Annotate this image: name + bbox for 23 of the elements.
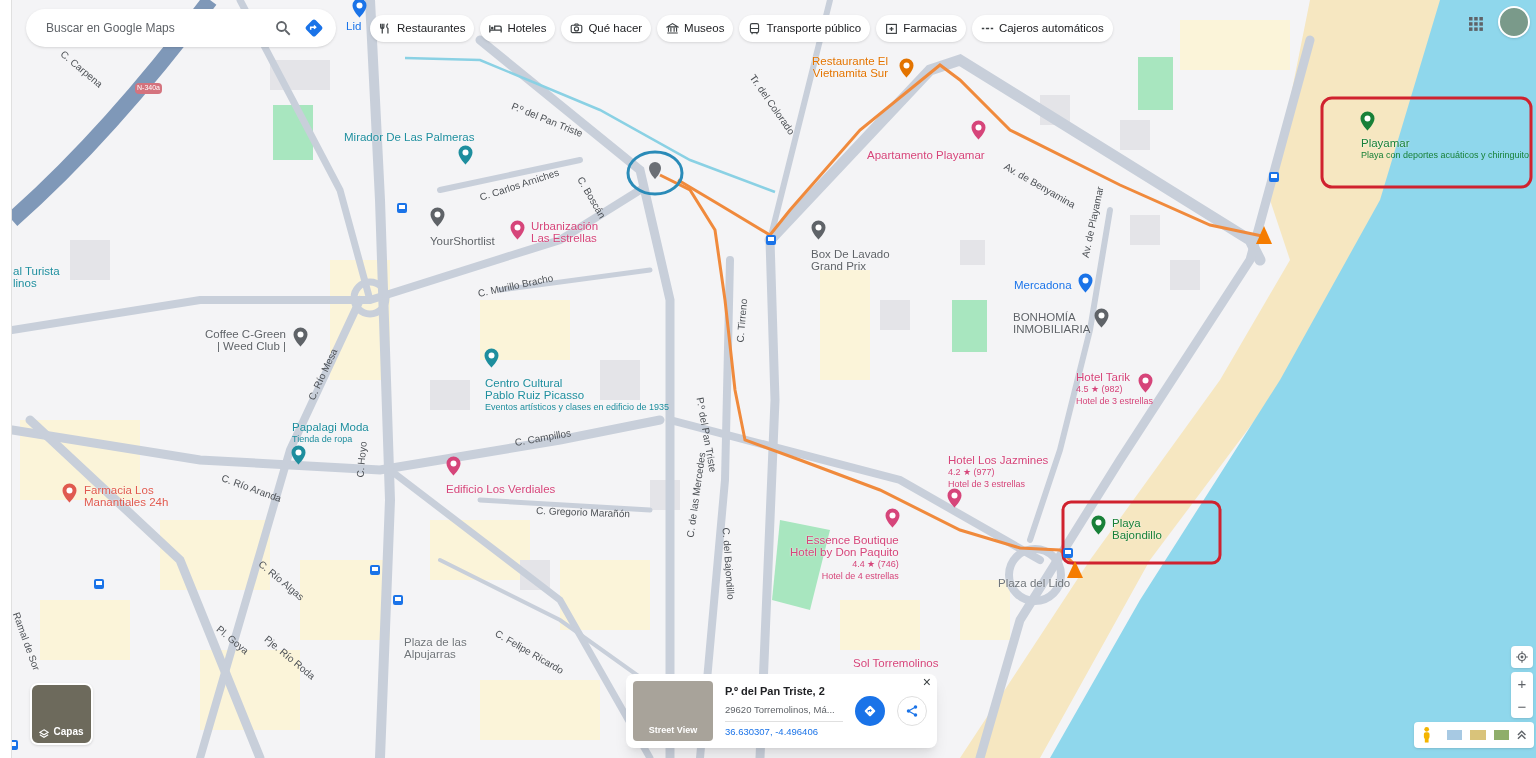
place-detail: Hotel de 3 estrellas	[1076, 395, 1154, 407]
street-label: C. Carlos Arniches	[477, 165, 562, 205]
place-title: P.º del Pan Triste, 2	[725, 684, 826, 699]
place-detail: Playa con deportes acuáticos y chiringuito	[1361, 149, 1530, 161]
street-label: C. Río Aranda	[219, 471, 284, 507]
street-label: C. Río Mesa	[305, 345, 341, 403]
place-detail: 4.4 ★ (746)	[852, 558, 899, 570]
street-label: C. Tirreno	[733, 298, 751, 344]
place-detail: Hotel de 3 estrellas	[948, 478, 1026, 490]
place-detail: Tienda de ropa	[292, 433, 353, 445]
place-detail: 4.2 ★ (977)	[948, 466, 995, 478]
place-detail: Hotel de 4 estrellas	[821, 570, 899, 582]
street-label: P.º del Pan Triste	[509, 99, 586, 141]
street-label: Av. de Playamar	[1078, 185, 1107, 260]
street-label: Ramal de Sor	[9, 609, 44, 673]
street-label: C. Hoyo	[353, 440, 370, 479]
street-label: C. Campillos	[513, 426, 573, 450]
street-label: C. del Bajondillo	[719, 527, 738, 601]
place-detail: 4.5 ★ (982)	[1076, 383, 1123, 395]
place-detail: Eventos artísticos y clases en edificio de 1935	[485, 401, 670, 413]
street-label: C. Murillo Bracho	[476, 271, 555, 301]
place-address: 29620 Torremolinos, Má...	[725, 702, 843, 722]
street-label: C. Gregorio Marañón	[535, 504, 631, 522]
